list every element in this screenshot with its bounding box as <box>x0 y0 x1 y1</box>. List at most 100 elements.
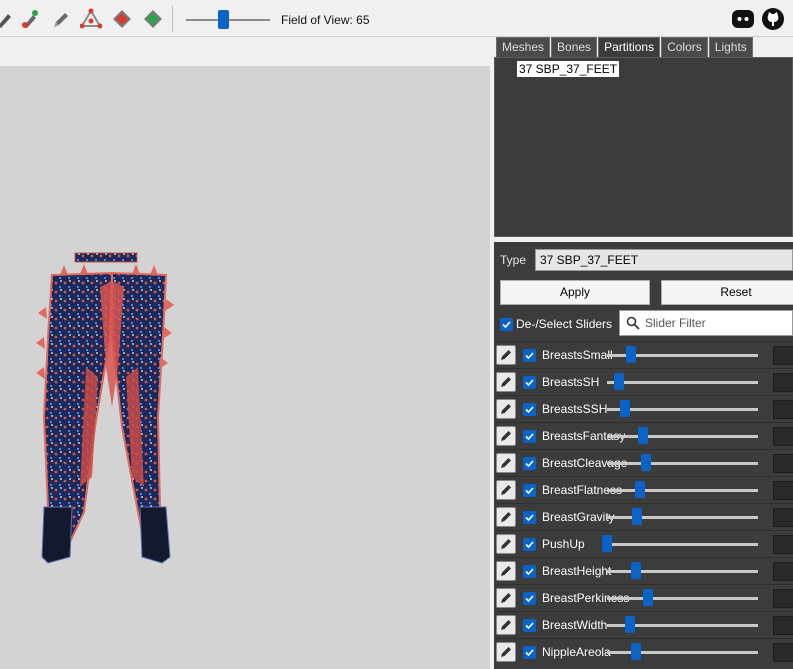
slider-row: BreastsFantasy <box>494 422 793 449</box>
edit-slider-button[interactable] <box>496 534 516 554</box>
slider-thumb[interactable] <box>626 346 637 363</box>
viewport-3d[interactable] <box>0 37 490 669</box>
slider-thumb[interactable] <box>630 562 641 579</box>
edit-slider-button[interactable] <box>496 426 516 446</box>
tab-lights[interactable]: Lights <box>708 37 753 57</box>
slider-track[interactable] <box>607 381 758 384</box>
slider-thumb[interactable] <box>624 616 635 633</box>
edit-slider-button[interactable] <box>496 615 516 635</box>
slider-track[interactable] <box>607 435 758 438</box>
slider-track[interactable] <box>607 597 758 600</box>
slider-checkbox[interactable] <box>523 484 536 497</box>
slider-row: NippleAreola <box>494 638 793 665</box>
partition-properties: Type 37 SBP_37_FEET Apply Reset De-/Sele… <box>494 242 793 669</box>
reset-button[interactable]: Reset <box>661 280 793 305</box>
slider-name: BreastHeight <box>542 564 612 578</box>
edit-slider-button[interactable] <box>496 372 516 392</box>
slider-checkbox[interactable] <box>523 511 536 524</box>
slider-value-box[interactable] <box>773 373 793 392</box>
slider-checkbox[interactable] <box>523 619 536 632</box>
partition-item[interactable]: 37 SBP_37_FEET <box>517 61 620 77</box>
edit-slider-button[interactable] <box>496 507 516 527</box>
slider-thumb[interactable] <box>601 535 612 552</box>
red-diamond-tool-icon[interactable] <box>111 8 133 30</box>
slider-value-box[interactable] <box>773 616 793 635</box>
slider-row: BreastHeight <box>494 557 793 584</box>
edit-slider-button[interactable] <box>496 480 516 500</box>
slider-value-box[interactable] <box>773 400 793 419</box>
apply-button[interactable]: Apply <box>500 280 650 305</box>
slider-track[interactable] <box>607 462 758 465</box>
pencil-icon <box>501 566 511 576</box>
pen-icon[interactable] <box>50 8 72 30</box>
checkmark-icon <box>525 406 534 414</box>
slider-track[interactable] <box>607 516 758 519</box>
slider-value-box[interactable] <box>773 454 793 473</box>
slider-value-box[interactable] <box>773 562 793 581</box>
checkmark-icon <box>525 487 534 495</box>
slider-value-box[interactable] <box>773 643 793 662</box>
slider-track[interactable] <box>607 489 758 492</box>
color-brush-icon[interactable] <box>19 8 41 30</box>
slider-row: BreastsSmall <box>494 341 793 368</box>
slider-checkbox[interactable] <box>523 646 536 659</box>
checkmark-icon <box>525 460 534 468</box>
edit-slider-button[interactable] <box>496 453 516 473</box>
fov-slider-thumb[interactable] <box>218 10 229 29</box>
slider-checkbox[interactable] <box>523 430 536 443</box>
edit-slider-button[interactable] <box>496 588 516 608</box>
edit-slider-button[interactable] <box>496 642 516 662</box>
slider-filter-placeholder: Slider Filter <box>645 316 706 330</box>
edit-slider-button[interactable] <box>496 399 516 419</box>
slider-value-box[interactable] <box>773 481 793 500</box>
slider-row: BreastGravity <box>494 503 793 530</box>
tab-partitions[interactable]: Partitions <box>598 37 661 57</box>
slider-thumb[interactable] <box>635 481 646 498</box>
slider-checkbox[interactable] <box>523 457 536 470</box>
deselect-sliders-checkbox[interactable] <box>500 318 513 331</box>
brush-icon[interactable] <box>0 8 16 30</box>
pencil-icon <box>501 620 511 630</box>
right-panel: Meshes Bones Partitions Colors Lights 37… <box>490 37 793 669</box>
tab-colors[interactable]: Colors <box>661 37 708 57</box>
tab-bones[interactable]: Bones <box>551 37 598 57</box>
tab-bar: Meshes Bones Partitions Colors Lights <box>496 37 754 57</box>
slider-value-box[interactable] <box>773 589 793 608</box>
slider-checkbox[interactable] <box>523 403 536 416</box>
slider-row: BreastFlatness <box>494 476 793 503</box>
green-diamond-tool-icon[interactable] <box>142 8 164 30</box>
slider-value-box[interactable] <box>773 508 793 527</box>
slider-checkbox[interactable] <box>523 565 536 578</box>
slider-checkbox[interactable] <box>523 592 536 605</box>
slider-checkbox[interactable] <box>523 538 536 551</box>
github-icon[interactable] <box>761 7 785 31</box>
slider-track[interactable] <box>607 543 758 546</box>
toolbar: Field of View: 65 <box>0 0 793 37</box>
slider-track[interactable] <box>607 570 758 573</box>
slider-track[interactable] <box>607 651 758 654</box>
slider-value-box[interactable] <box>773 346 793 365</box>
slider-value-box[interactable] <box>773 535 793 554</box>
slider-thumb[interactable] <box>638 427 649 444</box>
slider-name: BreastGravity <box>542 510 615 524</box>
tab-meshes[interactable]: Meshes <box>496 37 551 57</box>
discord-icon[interactable] <box>731 7 755 31</box>
slider-thumb[interactable] <box>641 454 652 471</box>
slider-thumb[interactable] <box>620 400 631 417</box>
slider-thumb[interactable] <box>630 643 641 660</box>
checkmark-icon <box>525 568 534 576</box>
slider-checkbox[interactable] <box>523 376 536 389</box>
fov-label: Field of View: 65 <box>281 13 370 27</box>
pencil-icon <box>501 485 511 495</box>
slider-thumb[interactable] <box>614 373 624 390</box>
edit-slider-button[interactable] <box>496 561 516 581</box>
move-transform-icon[interactable] <box>80 8 102 30</box>
slider-filter-input[interactable]: Slider Filter <box>619 310 793 336</box>
slider-thumb[interactable] <box>632 508 643 525</box>
type-dropdown[interactable]: 37 SBP_37_FEET <box>535 249 793 271</box>
slider-checkbox[interactable] <box>523 349 536 362</box>
slider-value-box[interactable] <box>773 427 793 446</box>
edit-slider-button[interactable] <box>496 345 516 365</box>
type-label: Type <box>500 253 527 267</box>
slider-thumb[interactable] <box>642 589 653 606</box>
